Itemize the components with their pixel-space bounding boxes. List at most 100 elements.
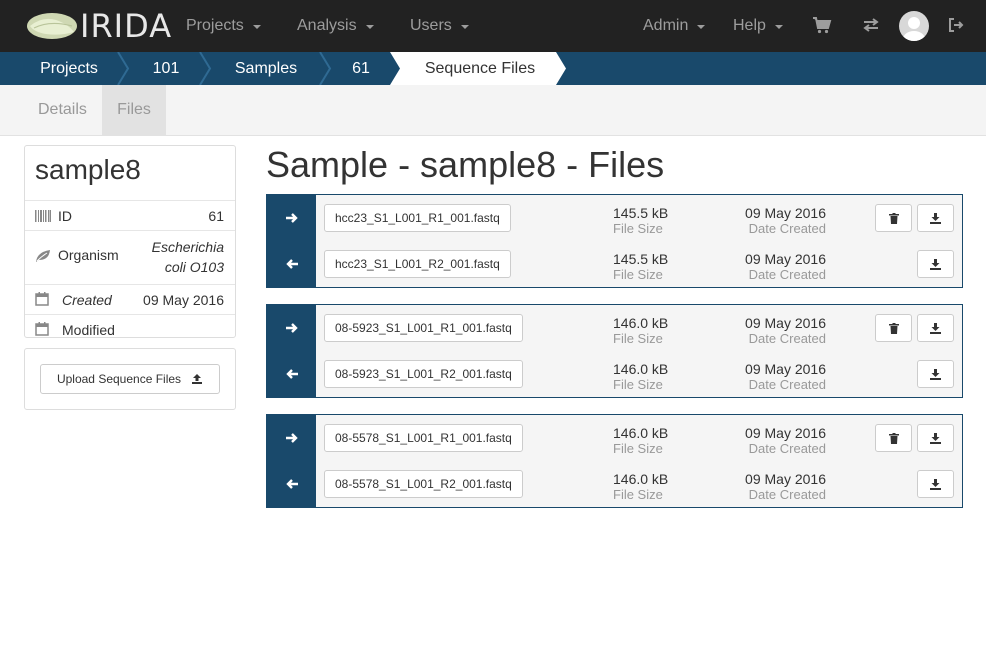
download-icon — [930, 212, 941, 224]
reverse-direction-cell — [267, 461, 316, 507]
breadcrumb-projects[interactable]: Projects — [24, 52, 114, 85]
download-icon — [930, 322, 941, 334]
breadcrumb-project-id[interactable]: 101 — [130, 52, 202, 85]
tab-details[interactable]: Details — [24, 85, 101, 135]
date-created-value: 09 May 2016 — [745, 315, 826, 331]
page-title: Sample - sample8 - Files — [266, 144, 665, 185]
upload-sequence-files-button[interactable]: Upload Sequence Files — [40, 364, 220, 394]
file-size-label: File Size — [613, 487, 663, 502]
file-size-label: File Size — [613, 441, 663, 456]
sample-name: sample8 — [35, 154, 141, 185]
nav-analysis-label: Analysis — [297, 17, 357, 34]
trash-icon — [888, 432, 899, 444]
date-created-value: 09 May 2016 — [745, 471, 826, 487]
nav-projects-label: Projects — [186, 17, 244, 34]
nav-users-label: Users — [410, 17, 452, 34]
download-icon — [930, 368, 941, 380]
file-size-value: 145.5 kB — [613, 251, 669, 267]
arrow-left-icon — [285, 369, 298, 379]
download-icon — [930, 478, 941, 490]
sign-out-icon[interactable] — [945, 14, 967, 36]
reverse-direction-cell — [267, 351, 316, 397]
cart-icon[interactable] — [811, 14, 833, 36]
date-created-label: Date Created — [748, 221, 826, 236]
download-file-button[interactable] — [917, 204, 954, 232]
download-file-button[interactable] — [917, 314, 954, 342]
brand-name: IRIDA — [80, 7, 173, 45]
arrow-left-icon — [285, 259, 298, 269]
file-size-label: File Size — [613, 377, 663, 392]
breadcrumb-samples[interactable]: Samples — [212, 52, 320, 85]
reverse-direction-cell — [267, 241, 316, 287]
trash-icon — [888, 212, 899, 224]
file-size-value: 146.0 kB — [613, 315, 669, 331]
delete-pair-button[interactable] — [875, 424, 912, 452]
irida-logo[interactable]: IRIDA — [26, 7, 173, 45]
date-created-value: 09 May 2016 — [745, 205, 826, 221]
forward-direction-cell — [267, 415, 316, 461]
nav-users-menu[interactable]: Users — [410, 0, 469, 52]
exchange-icon[interactable] — [860, 14, 882, 36]
irida-logo-icon — [27, 13, 77, 39]
download-icon — [930, 432, 941, 444]
barcode-icon — [35, 209, 51, 225]
sequence-file-link[interactable]: hcc23_S1_L001_R1_001.fastq — [324, 204, 511, 232]
delete-pair-button[interactable] — [875, 204, 912, 232]
file-size-label: File Size — [613, 331, 663, 346]
avatar[interactable] — [899, 11, 929, 41]
sequence-file-link[interactable]: 08-5578_S1_L001_R2_001.fastq — [324, 470, 523, 498]
detail-value-organism: Escherichia coli O103 — [152, 237, 224, 277]
delete-pair-button[interactable] — [875, 314, 912, 342]
sequence-file-link[interactable]: 08-5923_S1_L001_R1_001.fastq — [324, 314, 523, 342]
caret-down-icon — [460, 25, 469, 29]
date-created-label: Date Created — [748, 267, 826, 282]
top-navbar: IRIDA Projects Analysis Users Admin Help — [0, 0, 986, 52]
caret-down-icon — [697, 25, 706, 29]
organism-genus: Escherichia — [151, 239, 224, 255]
forward-direction-cell — [267, 305, 316, 351]
nav-projects-menu[interactable]: Projects — [186, 0, 261, 52]
download-icon — [930, 258, 941, 270]
sample-details-panel: sample8 ID 61 Organism Escherichia coli … — [24, 145, 236, 338]
sequence-file-link[interactable]: hcc23_S1_L001_R2_001.fastq — [324, 250, 511, 278]
detail-label-id: ID — [58, 208, 72, 224]
download-file-button[interactable] — [917, 470, 954, 498]
nav-analysis-menu[interactable]: Analysis — [297, 0, 374, 52]
file-size-value: 146.0 kB — [613, 471, 669, 487]
sequence-file-pair: hcc23_S1_L001_R1_001.fastq 145.5 kB File… — [266, 194, 963, 288]
detail-label-organism: Organism — [58, 247, 119, 263]
arrow-right-icon — [285, 433, 298, 443]
download-file-button[interactable] — [917, 250, 954, 278]
detail-row-organism: Organism Escherichia coli O103 — [25, 230, 235, 284]
download-file-button[interactable] — [917, 424, 954, 452]
file-size-value: 146.0 kB — [613, 425, 669, 441]
detail-label-modified: Modified — [62, 322, 115, 338]
upload-icon — [192, 374, 203, 384]
sequence-file-link[interactable]: 08-5923_S1_L001_R2_001.fastq — [324, 360, 523, 388]
breadcrumb-sequence-files: Sequence Files — [424, 60, 536, 77]
nav-help-menu[interactable]: Help — [733, 0, 783, 52]
file-size-label: File Size — [613, 267, 663, 282]
file-size-label: File Size — [613, 221, 663, 236]
date-created-label: Date Created — [748, 331, 826, 346]
date-created-label: Date Created — [748, 487, 826, 502]
date-created-label: Date Created — [748, 441, 826, 456]
nav-help-label: Help — [733, 17, 766, 34]
date-created-value: 09 May 2016 — [745, 251, 826, 267]
detail-row-created: Created 09 May 2016 — [25, 284, 235, 314]
nav-admin-menu[interactable]: Admin — [643, 0, 706, 52]
sequence-file-link[interactable]: 08-5578_S1_L001_R1_001.fastq — [324, 424, 523, 452]
date-created-value: 09 May 2016 — [745, 425, 826, 441]
forward-direction-cell — [267, 195, 316, 241]
calendar-icon — [35, 322, 49, 339]
detail-label-created: Created — [62, 292, 112, 308]
date-created-value: 09 May 2016 — [745, 361, 826, 377]
trash-icon — [888, 322, 899, 334]
arrow-right-icon — [285, 213, 298, 223]
download-file-button[interactable] — [917, 360, 954, 388]
breadcrumb-sample-id[interactable]: 61 — [332, 52, 390, 85]
date-created-label: Date Created — [748, 377, 826, 392]
arrow-right-icon — [285, 323, 298, 333]
tab-files[interactable]: Files — [102, 85, 166, 135]
sequence-file-pair: 08-5923_S1_L001_R1_001.fastq 146.0 kB Fi… — [266, 304, 963, 398]
